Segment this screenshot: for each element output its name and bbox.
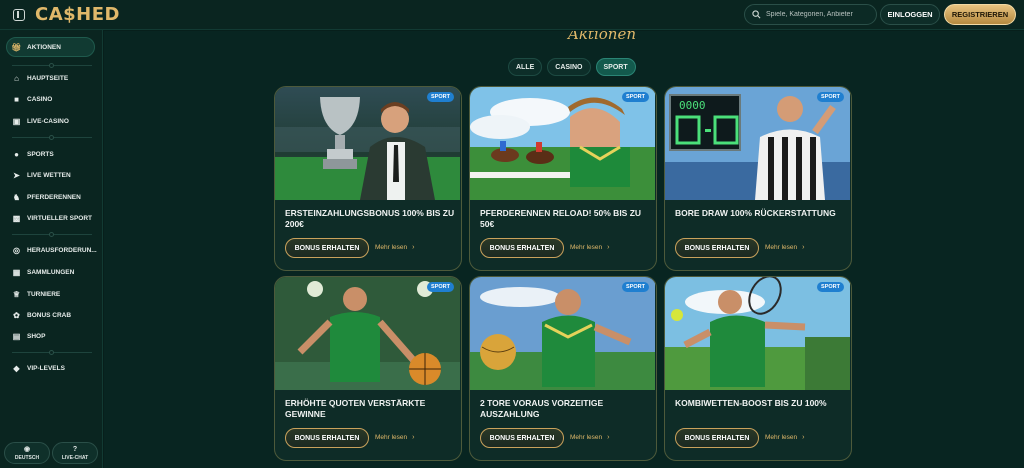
- sport-badge: SPORT: [427, 92, 454, 102]
- chevron-right-icon: ›: [802, 434, 805, 441]
- sport-badge: SPORT: [622, 92, 649, 102]
- sidebar-item-sports[interactable]: ● SPORTS: [12, 150, 54, 159]
- promo-card[interactable]: SPORT KOMBIWETTEN-BOOST BIS ZU 100% BONU…: [664, 276, 852, 461]
- ball-icon: ●: [14, 150, 19, 159]
- sidebar-item-aktionen-label[interactable]: 🎁︎ AKTIONEN: [11, 43, 61, 52]
- read-more-link[interactable]: Mehr lesen ›: [765, 434, 805, 441]
- sport-badge: SPORT: [817, 282, 844, 292]
- promo-image: 0000 SPORT: [665, 87, 850, 200]
- home-icon: ⌂: [14, 74, 19, 83]
- sidebar: 🎁︎ AKTIONEN ⌂ HAUPTSEITE ■ CASINO ▣ LIVE…: [0, 30, 103, 468]
- sidebar-item-turniere[interactable]: ♕ TURNIERE: [12, 290, 60, 299]
- sport-badge: SPORT: [817, 92, 844, 102]
- sidebar-toggle-icon[interactable]: [13, 9, 25, 21]
- sidebar-item-live-wetten[interactable]: ➤ LIVE WETTEN: [12, 171, 71, 180]
- search-bar[interactable]: [744, 4, 877, 25]
- sidebar-divider: [12, 135, 92, 140]
- trophy-icon: ♕: [12, 290, 21, 299]
- promo-card[interactable]: SPORT ERHÖHTE QUOTEN VERSTÄRKTE GEWINNE …: [274, 276, 462, 461]
- sidebar-item-shop[interactable]: ▤ SHOP: [12, 332, 46, 341]
- sidebar-divider: [12, 63, 92, 68]
- promo-image: SPORT: [665, 277, 850, 390]
- sidebar-item-herausforderungen[interactable]: ◎ HERAUSFORDERUN...: [12, 246, 97, 255]
- card-title: PFERDERENNEN RELOAD! 50% BIS ZU 50€: [480, 208, 642, 229]
- scoreboard-digits: 0000: [679, 99, 706, 112]
- tab-alle[interactable]: ALLE: [508, 58, 543, 76]
- shop-icon: ▤: [12, 332, 21, 341]
- main-content: Aktionen ALLE CASINO SPORT SPORT ERSTEIN…: [104, 31, 1024, 468]
- sidebar-item-bonus-crab[interactable]: ✿ BONUS CRAB: [12, 311, 71, 320]
- globe-icon: ◉: [23, 445, 31, 453]
- card-title: 2 TORE VORAUS VORZEITIGE AUSZAHLUNG: [480, 398, 604, 419]
- chevron-right-icon: ›: [802, 244, 805, 251]
- promo-image: SPORT: [275, 277, 460, 390]
- filter-tabs: ALLE CASINO SPORT: [508, 58, 636, 76]
- claim-bonus-button[interactable]: BONUS ERHALTEN: [480, 428, 564, 448]
- logo[interactable]: CA$HED: [35, 4, 120, 25]
- sidebar-item-casino[interactable]: ■ CASINO: [12, 95, 52, 104]
- promo-card[interactable]: SPORT 2 TORE VORAUS VORZEITIGE AUSZAHLUN…: [469, 276, 657, 461]
- read-more-link[interactable]: Mehr lesen ›: [765, 244, 805, 251]
- sidebar-item-vip-levels[interactable]: ◆ VIP-LEVELS: [12, 364, 65, 373]
- card-title: BORE DRAW 100% RÜCKERSTATTUNG: [675, 208, 836, 218]
- claim-bonus-button[interactable]: BONUS ERHALTEN: [675, 238, 759, 258]
- search-input[interactable]: [766, 11, 876, 18]
- sidebar-item-sammlungen[interactable]: ▦ SAMMLUNGEN: [12, 268, 75, 277]
- lightning-icon: ➤: [13, 171, 20, 180]
- horse-icon: ♞: [12, 193, 21, 202]
- promo-card[interactable]: SPORT ERSTEINZAHLUNGSBONUS 100% BIS ZU 2…: [274, 86, 462, 271]
- chevron-right-icon: ›: [607, 434, 610, 441]
- crab-icon: ✿: [13, 311, 20, 320]
- language-button[interactable]: ◉ DEUTSCH: [4, 442, 50, 464]
- read-more-link[interactable]: Mehr lesen ›: [570, 434, 610, 441]
- chevron-right-icon: ›: [412, 244, 415, 251]
- sidebar-divider: [12, 350, 92, 355]
- card-title: ERHÖHTE QUOTEN VERSTÄRKTE GEWINNE: [285, 398, 426, 419]
- promo-card[interactable]: SPORT PFERDERENNEN RELOAD! 50% BIS ZU 50…: [469, 86, 657, 271]
- search-icon: [752, 10, 761, 19]
- claim-bonus-button[interactable]: BONUS ERHALTEN: [480, 238, 564, 258]
- diamond-icon: ◆: [13, 364, 20, 373]
- card-title: KOMBIWETTEN-BOOST BIS ZU 100%: [675, 398, 827, 408]
- claim-bonus-button[interactable]: BONUS ERHALTEN: [675, 428, 759, 448]
- read-more-link[interactable]: Mehr lesen ›: [570, 244, 610, 251]
- help-icon: ?: [72, 445, 78, 453]
- chevron-right-icon: ›: [607, 244, 610, 251]
- sidebar-item-live-casino[interactable]: ▣ LIVE-CASINO: [12, 117, 69, 126]
- card-title: ERSTEINZAHLUNGSBONUS 100% BIS ZU 200€: [285, 208, 455, 229]
- read-more-link[interactable]: Mehr lesen ›: [375, 244, 415, 251]
- sidebar-item-hauptseite[interactable]: ⌂ HAUPTSEITE: [12, 74, 68, 83]
- live-chat-button[interactable]: ? LIVE-CHAT: [52, 442, 98, 464]
- claim-bonus-button[interactable]: BONUS ERHALTEN: [285, 428, 369, 448]
- top-header: CA$HED EINLOGGEN REGISTRIEREN: [0, 0, 1024, 30]
- sidebar-divider: [12, 232, 92, 237]
- promo-image: SPORT: [470, 277, 655, 390]
- cards-icon: ■: [14, 95, 19, 104]
- sport-badge: SPORT: [427, 282, 454, 292]
- gift-icon: 🎁︎: [11, 43, 22, 52]
- tab-sport[interactable]: SPORT: [595, 58, 636, 76]
- gamepad-icon: ▩: [12, 214, 21, 223]
- page-title: Aktionen: [568, 31, 636, 43]
- promo-card[interactable]: 0000 SPORT BORE DRAW 100% RÜCKERSTATTUNG…: [664, 86, 852, 271]
- read-more-link[interactable]: Mehr lesen ›: [375, 434, 415, 441]
- target-icon: ◎: [13, 246, 20, 255]
- sport-badge: SPORT: [622, 282, 649, 292]
- promo-image: SPORT: [275, 87, 460, 200]
- tab-casino[interactable]: CASINO: [547, 58, 591, 76]
- login-button[interactable]: EINLOGGEN: [880, 4, 940, 25]
- promo-image: SPORT: [470, 87, 655, 200]
- register-button[interactable]: REGISTRIEREN: [944, 4, 1016, 25]
- sidebar-item-virtueller-sport[interactable]: ▩ VIRTUELLER SPORT: [12, 214, 92, 223]
- live-icon: ▣: [12, 117, 21, 126]
- claim-bonus-button[interactable]: BONUS ERHALTEN: [285, 238, 369, 258]
- chevron-right-icon: ›: [412, 434, 415, 441]
- collection-icon: ▦: [12, 268, 21, 277]
- sidebar-item-pferderennen[interactable]: ♞ PFERDERENNEN: [12, 193, 81, 202]
